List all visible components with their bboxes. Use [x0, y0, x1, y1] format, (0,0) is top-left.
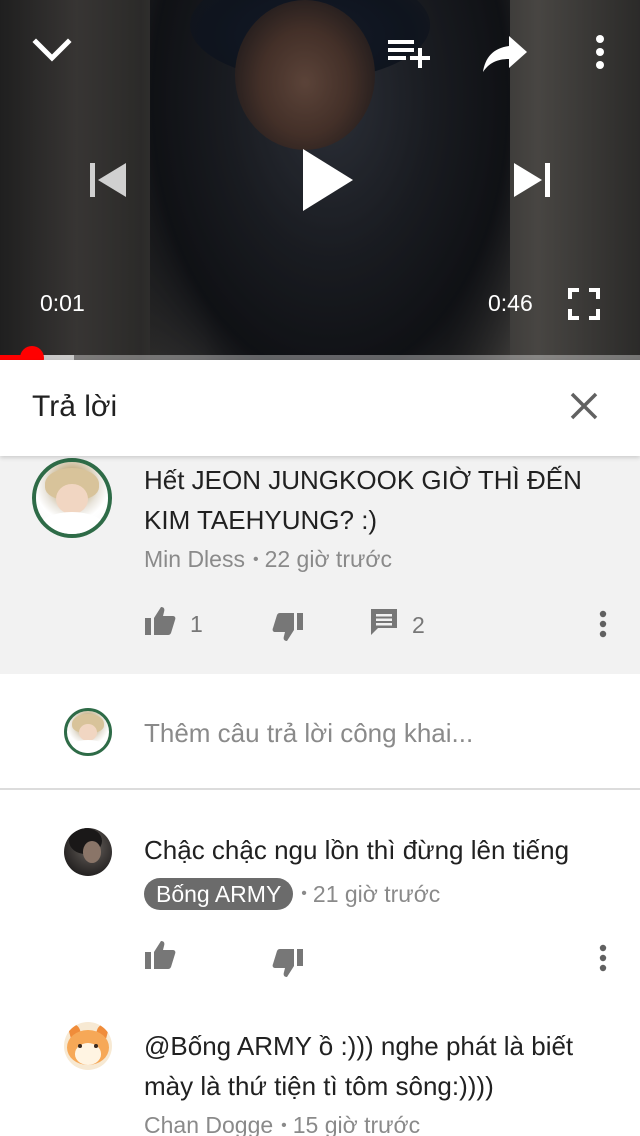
reply-count-button[interactable]: 2: [370, 608, 425, 642]
comment-icon: [370, 608, 398, 642]
reply-item: Chậc chậc ngu lồn thì đừng lên tiếng Bốn…: [0, 790, 640, 1010]
fullscreen-icon[interactable]: [564, 284, 604, 324]
comment-author[interactable]: Min Dless: [144, 546, 245, 573]
meta-separator: •: [252, 550, 259, 568]
reply-meta: Chan Dogge • 15 giờ trước: [144, 1112, 420, 1136]
replies-title: Trả lời: [32, 390, 118, 423]
dislike-button[interactable]: [272, 948, 304, 984]
comment-meta: Min Dless • 22 giờ trước: [144, 546, 392, 573]
reply-count: 2: [412, 611, 425, 638]
more-vert-icon[interactable]: [597, 944, 609, 972]
like-button[interactable]: [144, 940, 176, 976]
comment-text: Hết JEON JUNGKOOK GIỜ THÌ ĐẾN KIM TAEHYU…: [144, 465, 582, 535]
more-vert-icon[interactable]: [585, 30, 615, 74]
like-button[interactable]: 1: [144, 606, 203, 642]
skip-previous-icon[interactable]: [86, 158, 130, 202]
current-time: 0:01: [40, 290, 85, 316]
avatar[interactable]: [64, 1022, 112, 1070]
chevron-down-icon[interactable]: [30, 30, 74, 70]
meta-separator: •: [281, 1116, 287, 1134]
dislike-button[interactable]: [272, 612, 304, 648]
reply-time: 15 giờ trước: [292, 1112, 421, 1136]
avatar[interactable]: [32, 458, 112, 538]
reply-text: @Bống ARMY ồ :))) nghe phát là biết mày …: [144, 1031, 574, 1101]
thumb-up-icon: [144, 606, 176, 642]
playlist-add-icon[interactable]: [385, 32, 431, 72]
video-duration: 0:46: [488, 290, 533, 316]
thumb-up-icon: [144, 940, 176, 976]
more-vert-icon[interactable]: [597, 610, 609, 638]
video-player[interactable]: 0:01 0:46: [0, 0, 640, 360]
share-icon[interactable]: [480, 30, 530, 74]
skip-next-icon[interactable]: [508, 158, 556, 202]
meta-separator: •: [301, 885, 307, 902]
reply-item: @Bống ARMY ồ :))) nghe phát là biết mày …: [0, 1010, 640, 1136]
author-badge[interactable]: Bống ARMY: [144, 878, 294, 910]
thumb-down-icon: [272, 948, 304, 984]
reply-time: 21 giờ trước: [312, 880, 441, 907]
add-reply-row[interactable]: Thêm câu trả lời công khai...: [0, 674, 640, 790]
play-icon[interactable]: [292, 140, 362, 220]
reply-author[interactable]: Chan Dogge: [144, 1112, 273, 1136]
comment-time: 22 giờ trước: [264, 546, 392, 572]
thumb-down-icon: [272, 612, 304, 648]
reply-text: Chậc chậc ngu lồn thì đừng lên tiếng: [144, 835, 570, 865]
close-icon[interactable]: [562, 384, 606, 428]
like-count: 1: [190, 610, 203, 637]
replies-header: Trả lời: [0, 360, 640, 456]
reply-input[interactable]: Thêm câu trả lời công khai...: [144, 718, 473, 749]
avatar: [64, 708, 112, 756]
reply-meta: Bống ARMY • 21 giờ trước: [144, 878, 440, 910]
avatar[interactable]: [64, 828, 112, 876]
